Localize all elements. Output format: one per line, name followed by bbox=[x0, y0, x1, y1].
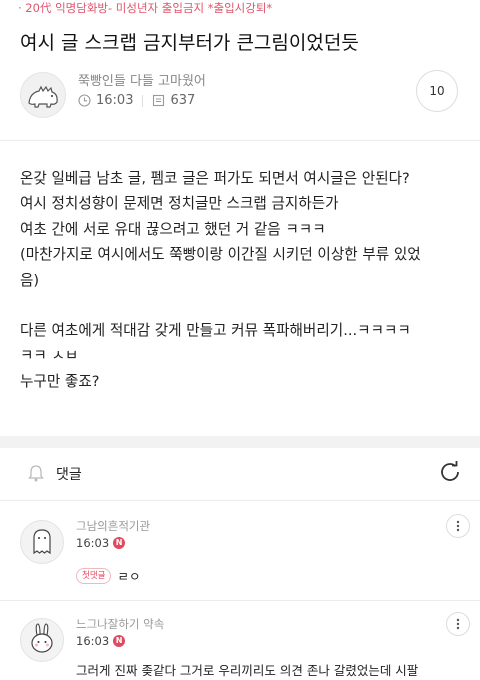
comment-meta: 16:03 N bbox=[76, 634, 126, 648]
post-views: 637 bbox=[170, 93, 196, 108]
comment-count-button[interactable]: 10 bbox=[416, 70, 458, 112]
rabbit-avatar-icon bbox=[31, 623, 53, 653]
new-badge: N bbox=[113, 635, 126, 647]
comment-time: 16:03 bbox=[76, 634, 110, 648]
header-divider bbox=[0, 140, 480, 141]
comment-body: 첫댓글 ㄹㅇ bbox=[76, 566, 140, 585]
comment-text: 그러게 진짜 좆같다 그거로 우리끼리도 의견 존나 갈렸었는데 시팔 bbox=[76, 663, 419, 678]
body-line: 온갖 일베급 남초 글, 펨코 글은 퍼가도 되면서 여시글은 안된다? bbox=[20, 170, 410, 187]
post-body: 온갖 일베급 남초 글, 펨코 글은 퍼가도 되면서 여시글은 안된다? 여시 … bbox=[20, 166, 470, 394]
commenter-name[interactable]: 느그나잘하기 약속 bbox=[76, 616, 164, 632]
post-title: 여시 글 스크랩 금지부터가 큰그림이었던듯 bbox=[20, 32, 359, 54]
bell-icon bbox=[28, 465, 44, 482]
commenter-avatar[interactable] bbox=[20, 520, 64, 564]
comment-item: 느그나잘하기 약속 16:03 N 그러게 진짜 좆같다 그거로 우리끼리도 의… bbox=[20, 612, 470, 680]
post-meta: 16:03 637 bbox=[78, 93, 195, 108]
body-line: 음) bbox=[20, 271, 40, 289]
comment-time: 16:03 bbox=[76, 536, 110, 550]
more-vertical-icon bbox=[456, 618, 460, 630]
comment-body: 그러게 진짜 좆같다 그거로 우리끼리도 의견 존나 갈렸었는데 시팔 bbox=[76, 660, 418, 679]
comment-divider bbox=[0, 600, 480, 601]
body-line: 다른 여초에게 적대감 갖게 만들고 커뮤 폭파해버리기...ㅋㅋㅋㅋ bbox=[20, 322, 411, 340]
body-blank-line bbox=[20, 293, 470, 318]
comment-more-button[interactable] bbox=[446, 612, 470, 636]
body-line: 누구만 좋죠? bbox=[20, 372, 100, 390]
author-name[interactable]: 쭉빵인들 다들 고마웠어 bbox=[78, 70, 206, 89]
clock-icon bbox=[78, 94, 91, 107]
comment-text: ㄹㅇ bbox=[117, 569, 141, 584]
body-line: 여시 정치성향이 문제면 정치글만 스크랩 금지하든가 bbox=[20, 195, 339, 213]
post-author-row: 쭉빵인들 다들 고마웠어 16:03 637 10 bbox=[20, 66, 460, 126]
comments-header: 댓글 bbox=[24, 458, 470, 488]
views-icon bbox=[153, 94, 165, 107]
post-time: 16:03 bbox=[96, 93, 134, 108]
board-name[interactable]: · 20代 익명담화방- 미성년자 출입금지 *출입시강퇴* bbox=[18, 0, 272, 16]
first-comment-tag: 첫댓글 bbox=[76, 567, 112, 584]
ghost-avatar-icon bbox=[33, 529, 51, 555]
comment-meta: 16:03 N bbox=[76, 536, 126, 550]
body-line: ㅋㅋ ㅅㅂ bbox=[20, 347, 79, 365]
new-badge: N bbox=[113, 537, 126, 549]
body-line: (마찬가지로 여시에서도 쭉빵이랑 이간질 시키던 이상한 부류 있었 bbox=[20, 246, 421, 264]
author-avatar[interactable] bbox=[20, 72, 66, 118]
meta-divider bbox=[142, 94, 144, 107]
dinosaur-avatar-icon bbox=[28, 85, 58, 108]
comment-item: 그남의흔적기관 16:03 N 첫댓글 ㄹㅇ bbox=[20, 514, 470, 594]
comments-label: 댓글 bbox=[56, 467, 82, 483]
refresh-button[interactable] bbox=[436, 458, 464, 486]
body-line: 여초 간에 서로 유대 끊으려고 했던 거 같음 ㅋㅋㅋ bbox=[20, 220, 326, 238]
refresh-icon bbox=[441, 461, 459, 481]
commenter-avatar[interactable] bbox=[20, 618, 64, 662]
more-vertical-icon bbox=[456, 520, 460, 532]
commenter-name[interactable]: 그남의흔적기관 bbox=[76, 518, 150, 534]
section-separator bbox=[0, 436, 480, 448]
comment-more-button[interactable] bbox=[446, 514, 470, 538]
comments-divider bbox=[0, 500, 480, 501]
